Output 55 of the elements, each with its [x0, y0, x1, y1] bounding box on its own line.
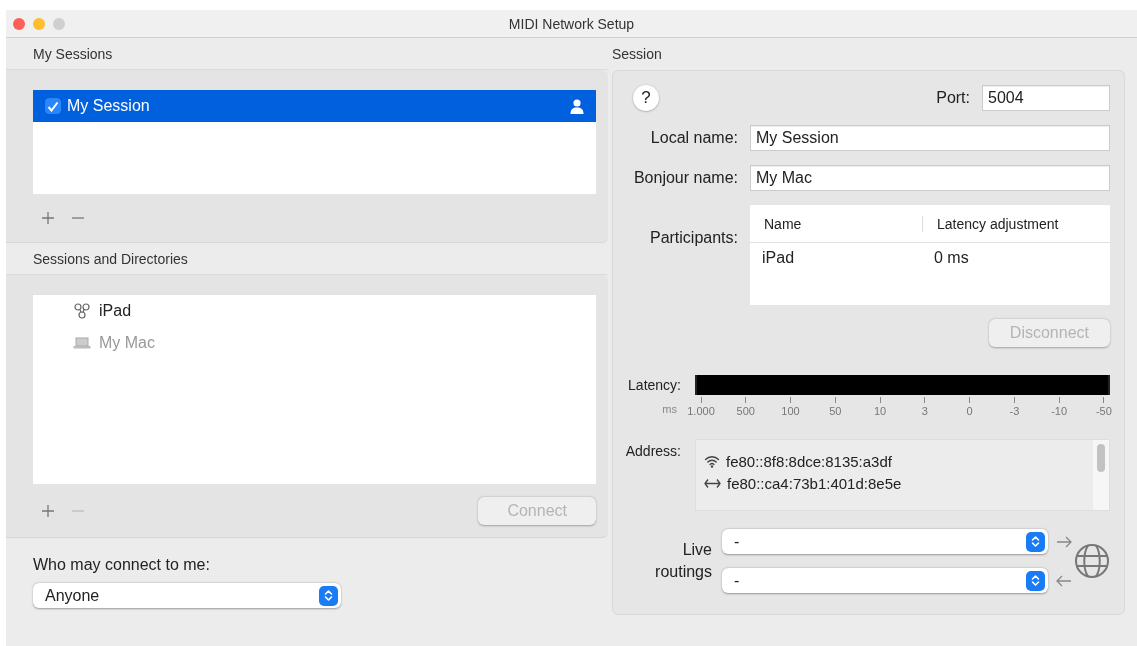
port-field[interactable]: 5004	[982, 85, 1110, 111]
tick-label: 500	[736, 405, 755, 417]
close-button[interactable]	[13, 17, 25, 30]
column-header[interactable]: Name	[750, 215, 922, 232]
tick-label: 0	[966, 405, 973, 417]
field-label: Bonjour name:	[632, 169, 739, 187]
output-routing-popup[interactable]: -	[722, 529, 1048, 554]
add-icon[interactable]	[41, 503, 55, 518]
globe-icon	[1074, 543, 1110, 579]
tick-label: 50	[829, 405, 842, 417]
latency-label: Latency:	[627, 377, 682, 393]
input-routing-popup[interactable]: -	[722, 568, 1048, 593]
chevron-updown-icon	[1031, 574, 1040, 587]
tick-label: -10	[1051, 405, 1068, 417]
address-label: Address:	[624, 442, 682, 461]
routings-label: Live routings	[654, 539, 713, 582]
window-title: MIDI Network Setup	[508, 15, 635, 32]
local-name-field[interactable]: My Session	[750, 125, 1110, 151]
person-icon	[570, 98, 584, 114]
chevron-updown-icon	[324, 589, 333, 602]
minimize-button[interactable]	[33, 17, 45, 30]
field-label: Participants:	[648, 228, 739, 247]
laptop-icon	[73, 337, 91, 349]
session-row[interactable]: My Session	[33, 90, 596, 122]
bidirectional-arrow-icon	[704, 477, 721, 489]
tick-label: 3	[921, 405, 928, 417]
bonjour-name-field[interactable]: My Mac	[750, 165, 1110, 191]
tick-label: 100	[781, 405, 800, 417]
checkbox[interactable]	[45, 98, 61, 114]
tick-label: 1.000	[687, 405, 715, 417]
wifi-icon	[704, 454, 720, 468]
tick-label: -50	[1095, 405, 1112, 417]
table-cell-text: 0 ms	[933, 249, 969, 267]
right-arrow-icon	[1056, 535, 1072, 548]
access-label: Who may connect to me:	[33, 556, 211, 574]
help-button[interactable]: ?	[633, 85, 659, 111]
left-arrow-icon	[1056, 574, 1072, 587]
zoom-button[interactable]	[53, 17, 65, 30]
section-heading: Session	[612, 46, 662, 62]
scrollbar-thumb[interactable]	[1097, 444, 1105, 472]
table-cell-text: iPad	[761, 249, 796, 267]
directory-item[interactable]: iPad	[99, 302, 132, 320]
address-text: fe80::ca4:73b1:401d:8e5e	[727, 474, 902, 492]
add-icon[interactable]	[41, 211, 55, 225]
tick-label: 10	[873, 405, 887, 417]
tick-label: -3	[1009, 405, 1020, 417]
column-header[interactable]: Latency adjustment	[922, 215, 1110, 232]
field-label: Local name:	[649, 129, 739, 147]
section-heading: Sessions and Directories	[33, 250, 188, 267]
section-heading: My Sessions	[33, 45, 113, 62]
field-label: Port:	[936, 89, 971, 107]
chevron-updown-icon	[1031, 535, 1040, 548]
access-popup[interactable]: Anyone	[33, 583, 341, 608]
address-text: fe80::8f8:8dce:8135:a3df	[726, 452, 892, 470]
network-nodes-icon	[73, 303, 91, 319]
